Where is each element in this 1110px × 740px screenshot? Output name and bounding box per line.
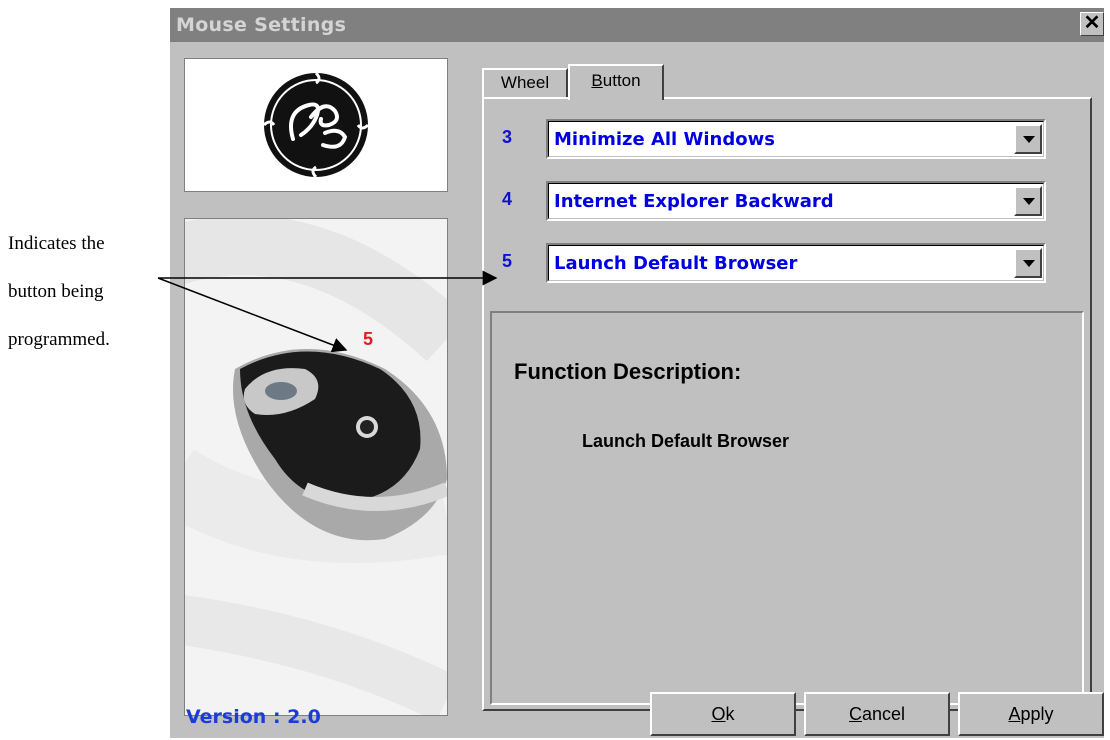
tab-button[interactable]: Button	[568, 64, 664, 100]
annotation-arrows	[157, 270, 498, 353]
tab-button-label: Button	[591, 71, 640, 90]
tab-button-label-rest: utton	[602, 71, 641, 90]
tab-button-mnemonic: B	[591, 71, 603, 90]
arrow-to-mouse-button	[157, 277, 348, 353]
